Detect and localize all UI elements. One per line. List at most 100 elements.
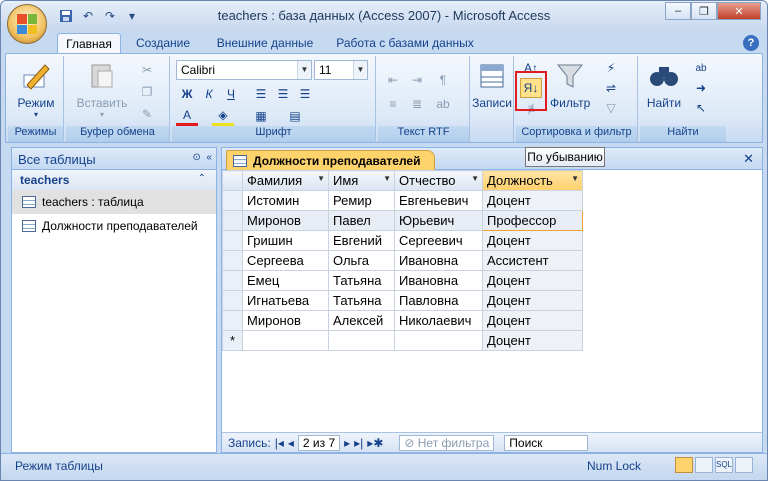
cell-first-name[interactable]: Татьяна	[328, 270, 395, 291]
cell-last-name[interactable]: Истомин	[242, 190, 329, 211]
nav-item-teachers-table[interactable]: teachers : таблица	[12, 190, 216, 214]
italic-icon[interactable]: К	[198, 84, 220, 104]
search-input[interactable]: Поиск	[504, 434, 589, 451]
row-selector[interactable]	[222, 290, 243, 311]
cell-position[interactable]: Доцент	[482, 230, 583, 251]
table-row[interactable]: Гришин Евгений Сергеевич Доцент	[222, 230, 583, 251]
font-color-icon[interactable]: A	[176, 106, 198, 126]
row-selector[interactable]	[222, 310, 243, 331]
gridlines-icon[interactable]: ▦	[250, 106, 272, 126]
records-button[interactable]: Записи	[472, 60, 512, 110]
datasheet-view-icon[interactable]	[675, 457, 693, 473]
table-row[interactable]: Миронов Алексей Николаевич Доцент	[222, 310, 583, 331]
column-header-last-name[interactable]: Фамилия ▼	[242, 170, 329, 191]
numbered-list-icon[interactable]: ≣	[406, 94, 428, 114]
cell-first-name[interactable]: Евгений	[328, 230, 395, 251]
filter-button[interactable]: Фильтр	[550, 60, 590, 110]
cell-first-name[interactable]: Татьяна	[328, 290, 395, 311]
help-icon[interactable]: ?	[743, 35, 759, 51]
tab-external-data[interactable]: Внешние данные	[209, 33, 321, 54]
cell-patronymic[interactable]: Сергеевич	[394, 230, 483, 251]
cell-first-name[interactable]: Ремир	[328, 190, 395, 211]
first-record-icon[interactable]: |◂	[275, 436, 284, 450]
cell-position[interactable]: Доцент	[482, 310, 583, 331]
table-row[interactable]: Сергеева Ольга Ивановна Ассистент	[222, 250, 583, 271]
tab-database-tools[interactable]: Работа с базами данных	[331, 33, 479, 54]
table-row[interactable]: Истомин Ремир Евгеньевич Доцент	[222, 190, 583, 211]
underline-icon[interactable]: Ч	[220, 84, 242, 104]
alternate-fill-icon[interactable]: ▤	[284, 106, 306, 126]
nav-header[interactable]: Все таблицы ⊙ «	[12, 148, 216, 170]
column-header-position[interactable]: Должность ▼	[482, 170, 583, 191]
goto-icon[interactable]: ➜	[690, 78, 712, 98]
toggle-filter-icon[interactable]: ▽	[600, 98, 622, 118]
cell-position[interactable]: Доцент	[482, 330, 583, 351]
design-view-icon[interactable]	[735, 457, 753, 473]
cell-last-name[interactable]: Емец	[242, 270, 329, 291]
column-header-patronymic[interactable]: Отчество ▼	[394, 170, 483, 191]
format-painter-icon[interactable]: ✎	[136, 104, 158, 124]
cell-last-name[interactable]: Миронов	[242, 310, 329, 331]
paste-button[interactable]: Вставить ▾	[72, 60, 132, 119]
next-record-icon[interactable]: ▸	[344, 436, 350, 450]
cell-last-name[interactable]: Сергеева	[242, 250, 329, 271]
filter-status[interactable]: ⊘ Нет фильтра	[399, 434, 495, 451]
cell-position[interactable]: Доцент	[482, 290, 583, 311]
table-row[interactable]: Емец Татьяна Ивановна Доцент	[222, 270, 583, 291]
advanced-filter-icon[interactable]: ⇌	[600, 78, 622, 98]
column-header-first-name[interactable]: Имя ▼	[328, 170, 395, 191]
selection-filter-icon[interactable]: ⚡	[600, 58, 622, 78]
chevron-down-icon[interactable]: ▼	[571, 174, 579, 183]
cell-patronymic[interactable]: Ивановна	[394, 250, 483, 271]
nav-item-positions[interactable]: Должности преподавателей	[12, 214, 216, 238]
record-position-field[interactable]: 2 из 7	[297, 434, 341, 451]
cell-position[interactable]: Доцент	[482, 190, 583, 211]
new-record-row[interactable]: * Доцент	[222, 330, 583, 351]
cell-position[interactable]: Доцент	[482, 270, 583, 291]
office-button[interactable]	[7, 4, 47, 44]
restore-button[interactable]: ❐	[691, 2, 717, 20]
new-record-icon[interactable]: ▸✱	[367, 436, 383, 450]
cell-patronymic[interactable]: Николаевич	[394, 310, 483, 331]
bold-icon[interactable]: Ж	[176, 84, 198, 104]
copy-icon[interactable]: ❐	[136, 82, 158, 102]
highlight-icon[interactable]: ab	[432, 94, 454, 114]
close-button[interactable]: ✕	[717, 2, 761, 20]
row-selector[interactable]	[222, 250, 243, 271]
nav-group-teachers[interactable]: teachers ⌃	[12, 170, 216, 190]
cell-last-name[interactable]: Гришин	[242, 230, 329, 251]
cell-last-name[interactable]: Миронов	[242, 210, 329, 231]
select-icon[interactable]: ↖	[690, 98, 712, 118]
table-row[interactable]: Миронов Павел Юрьевич Профессор	[222, 210, 583, 231]
cell-patronymic[interactable]: Юрьевич	[394, 210, 483, 231]
last-record-icon[interactable]: ▸|	[354, 436, 363, 450]
fill-color-icon[interactable]: ◈	[212, 106, 234, 126]
cell-first-name[interactable]: Ольга	[328, 250, 395, 271]
tab-create[interactable]: Создание	[129, 33, 197, 54]
replace-icon[interactable]: ab	[690, 58, 712, 78]
cell-first-name[interactable]: Павел	[328, 210, 395, 231]
pivot-table-view-icon[interactable]	[695, 457, 713, 473]
cell-patronymic[interactable]	[394, 330, 483, 351]
increase-indent-icon[interactable]: ⇥	[406, 70, 428, 90]
chevron-down-icon[interactable]: ▼	[383, 174, 391, 183]
chevron-down-icon[interactable]: ▼	[471, 174, 479, 183]
align-center-icon[interactable]: ☰	[272, 84, 294, 104]
decrease-indent-icon[interactable]: ⇤	[382, 70, 404, 90]
row-selector[interactable]	[222, 210, 243, 231]
select-all-cell[interactable]	[222, 170, 243, 191]
close-icon[interactable]: ✕	[743, 151, 754, 167]
paragraph-direction-icon[interactable]: ¶	[432, 70, 454, 90]
font-size-field[interactable]: 11 ▼	[314, 60, 368, 80]
doc-tab-positions[interactable]: Должности преподавателей	[226, 150, 436, 170]
align-left-icon[interactable]: ☰	[250, 84, 272, 104]
row-selector[interactable]	[222, 230, 243, 251]
cell-last-name[interactable]: Игнатьева	[242, 290, 329, 311]
cell-patronymic[interactable]: Павловна	[394, 290, 483, 311]
cell-first-name[interactable]: Алексей	[328, 310, 395, 331]
cell-patronymic[interactable]: Евгеньевич	[394, 190, 483, 211]
row-selector[interactable]	[222, 190, 243, 211]
cut-icon[interactable]: ✂	[136, 60, 158, 80]
view-button[interactable]: Режим ▾	[12, 60, 60, 119]
minimize-button[interactable]: –	[665, 2, 691, 20]
